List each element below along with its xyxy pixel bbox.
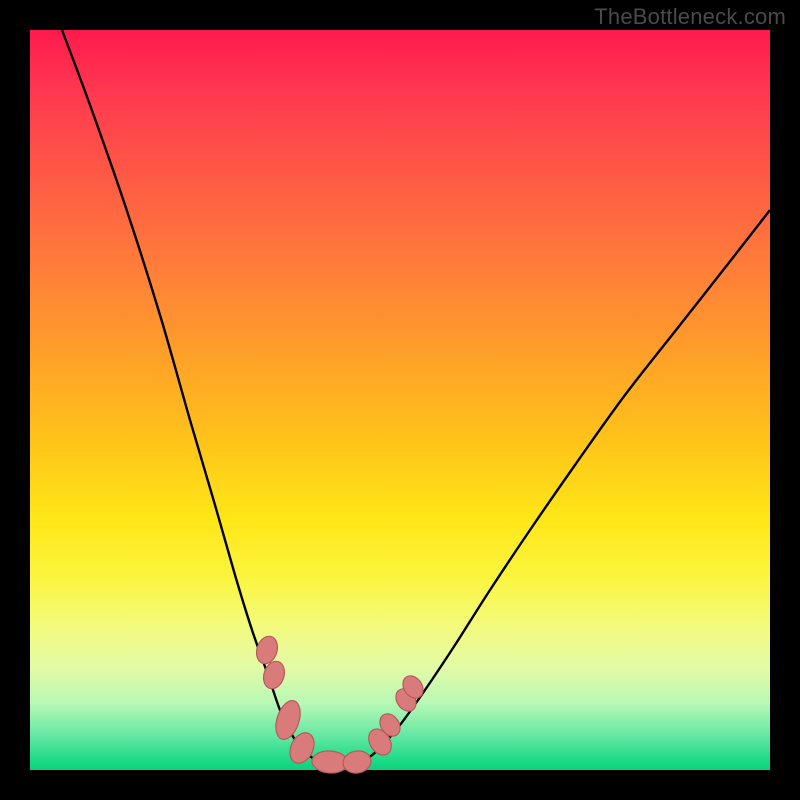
chart-svg xyxy=(30,30,770,770)
chart-frame: TheBottleneck.com xyxy=(0,0,800,800)
bottleneck-curve xyxy=(62,30,770,767)
curve-marker xyxy=(341,749,372,776)
marker-group xyxy=(253,634,427,776)
watermark-text: TheBottleneck.com xyxy=(594,4,786,30)
plot-area xyxy=(30,30,770,770)
